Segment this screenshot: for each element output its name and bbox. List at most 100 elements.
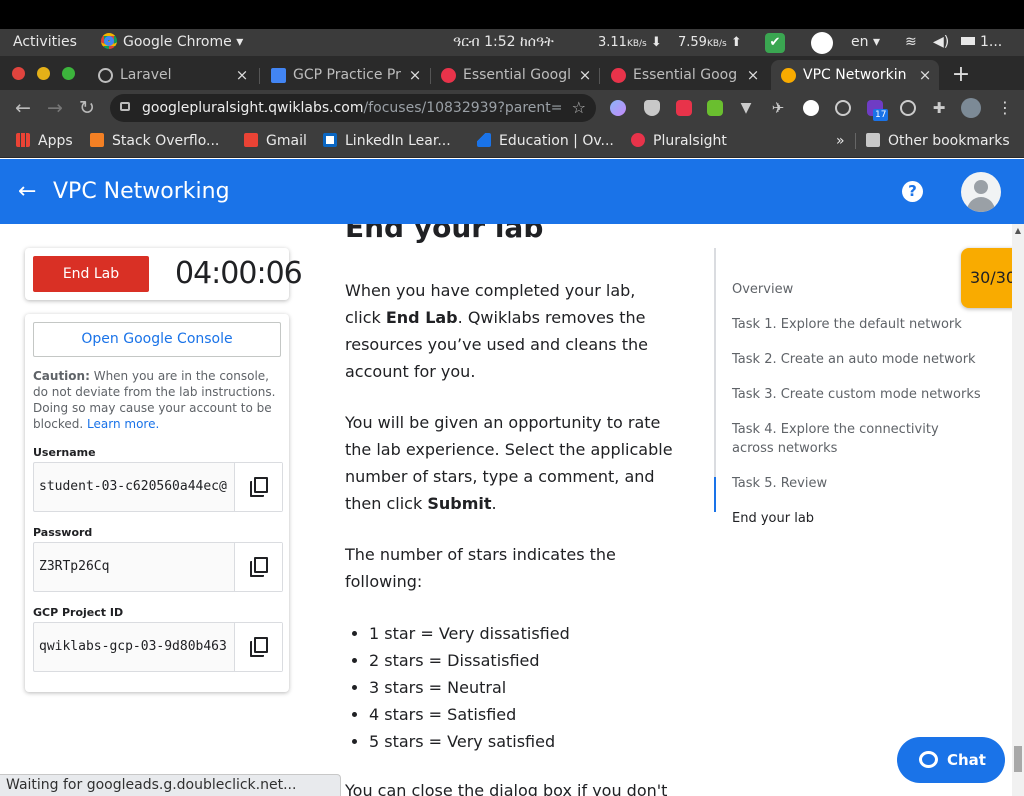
copy-icon [250,477,268,497]
copy-icon [250,557,268,577]
new-tab-button[interactable]: + [951,60,971,90]
up-unit: KB/s [706,39,727,49]
open-console-button[interactable]: Open Google Console [33,322,281,357]
down-unit: KB/s [626,39,647,49]
reload-icon[interactable]: ↻ [74,90,100,126]
tab-essential-google-1[interactable]: Essential Googl × [431,60,599,90]
project-id-field[interactable]: qwiklabs-gcp-03-9d80b463 [33,622,283,672]
chrome-app-menu[interactable]: Google Chrome ▾ [101,29,243,56]
close-icon[interactable]: × [234,60,250,90]
download-icon[interactable] [707,100,723,116]
bookmark-apps[interactable]: Apps [16,126,73,156]
plane-icon[interactable]: ✈ [770,100,786,116]
page-scrollbar[interactable]: ▲ [1012,224,1024,796]
copy-icon [250,637,268,657]
close-icon[interactable]: × [917,60,933,90]
copy-password-button[interactable] [234,543,282,591]
window-close-dot[interactable] [12,67,25,80]
toc-item-end-lab[interactable]: End your lab [732,509,982,528]
toc-item-task4[interactable]: Task 4. Explore the connectivity across … [732,420,982,458]
activities-button[interactable]: Activities [13,29,77,56]
learn-more-link[interactable]: Learn more. [87,417,159,431]
avatar[interactable] [961,172,1001,212]
tab-essential-google-2[interactable]: Essential Goog × [601,60,767,90]
arrow-down-icon: ⬇ [650,35,662,50]
bookmarks-overflow-button[interactable]: » [836,126,845,156]
window-maximize-dot[interactable] [62,67,75,80]
tab-title: Essential Googl [463,67,571,83]
chrome-icon [101,33,117,49]
close-icon[interactable]: × [407,60,423,90]
language-menu[interactable]: en ▾ [851,29,880,56]
battery-menu[interactable]: 1... [961,29,1002,56]
wifi-icon[interactable]: ≋ [905,29,917,56]
toc-item-task1[interactable]: Task 1. Explore the default network [732,315,982,334]
shield-icon[interactable] [644,100,660,116]
other-bookmarks[interactable]: Other bookmarks [866,126,1010,156]
list-item: 2 stars = Dissatisfied [369,647,669,674]
scroll-thumb[interactable] [1014,746,1022,772]
tab-gcp-practice[interactable]: GCP Practice Pr × [261,60,429,90]
extension-orb-icon[interactable] [610,100,626,116]
chat-label: Chat [947,751,986,769]
list-item: 5 stars = Very satisfied [369,728,669,755]
forward-arrow-icon[interactable]: → [42,90,68,126]
project-id-label: GCP Project ID [33,606,124,619]
tab-separator [599,68,600,84]
battery-icon [961,37,975,45]
bookmark-label: Other bookmarks [888,133,1010,149]
text: You will be given an opportunity to rate… [345,413,673,513]
arrow-up-icon: ⬆ [730,35,742,50]
close-icon[interactable]: × [577,60,593,90]
check-icon[interactable]: ✔ [765,33,785,53]
media-extension-icon[interactable] [676,100,692,116]
scroll-up-icon[interactable]: ▲ [1012,224,1024,238]
bookmark-linkedin[interactable]: LinkedIn Lear... [323,126,451,156]
toc-item-overview[interactable]: Overview [732,280,982,299]
down-speed: 3.11 [598,35,627,50]
toc-item-task5[interactable]: Task 5. Review [732,474,982,493]
chat-button[interactable]: Chat [897,737,1005,783]
score-badge[interactable]: 30/30 [961,248,1012,308]
tab-laravel[interactable]: Laravel × [88,60,256,90]
pluralsight-icon [611,68,626,83]
username-field[interactable]: student-03-c620560a44ec@ [33,462,283,512]
text: . [491,494,497,513]
bookmark-pluralsight[interactable]: Pluralsight [631,126,727,156]
window-minimize-dot[interactable] [37,67,50,80]
close-icon[interactable]: × [745,60,761,90]
tab-vpc-networking[interactable]: VPC Networkin × [771,60,939,90]
address-bar[interactable]: googlepluralsight.qwiklabs.com/focuses/1… [110,94,596,122]
copy-project-id-button[interactable] [234,623,282,671]
clock[interactable]: ዓርብ 1:52 ከሰዓት [453,29,554,56]
bookmark-label: Pluralsight [653,133,727,149]
back-arrow-icon[interactable]: ← [18,159,36,224]
copy-username-button[interactable] [234,463,282,511]
color-picker-icon[interactable] [811,32,833,54]
volume-icon[interactable]: ◀) [933,29,949,56]
extension-badge-icon[interactable]: 17 [867,100,889,121]
url-path: /focuses/10832939?parent=lti_... [363,100,563,116]
paragraph-close-dialog: You can close the dialog box if you don'… [345,781,668,796]
back-arrow-icon[interactable]: ← [10,90,36,126]
end-lab-button[interactable]: End Lab [33,256,149,292]
vue-icon[interactable]: ▼ [738,100,754,116]
gmail-icon [244,133,258,147]
toc-item-task2[interactable]: Task 2. Create an auto mode network [732,350,982,369]
bookmark-gmail[interactable]: Gmail [244,126,307,156]
caution-text: Caution: When you are in the console, do… [33,368,283,432]
clock-extension-icon[interactable] [835,100,851,116]
puzzle-icon[interactable]: ✚ [931,100,947,116]
list-item: 3 stars = Neutral [369,674,669,701]
bookmark-stackoverflow[interactable]: Stack Overflo... [90,126,219,156]
help-icon[interactable]: ? [902,181,923,202]
pluralsight-icon [631,133,645,147]
more-vert-icon[interactable]: ⋮ [997,100,1013,116]
toc-item-task3[interactable]: Task 3. Create custom mode networks [732,385,982,404]
bookmark-star-icon[interactable]: ☆ [572,94,586,122]
bookmark-education[interactable]: Education | Ov... [477,126,614,156]
colorzilla-icon[interactable] [803,100,819,116]
password-field[interactable]: Z3RTp26Cq [33,542,283,592]
bulb-icon[interactable] [900,100,916,116]
profile-avatar[interactable] [961,98,981,118]
